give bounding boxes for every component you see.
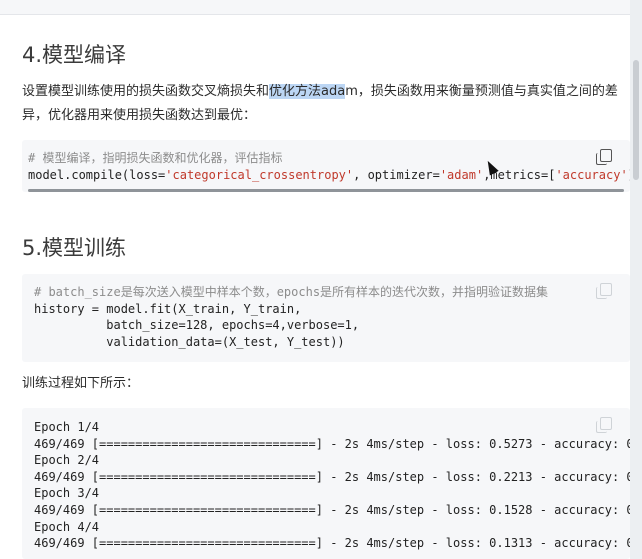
top-divider: [0, 0, 642, 15]
code-text: ]): [628, 168, 630, 182]
output-line: 469/469 [==============================]…: [34, 436, 630, 451]
code-string: 'categorical_crossentropy': [165, 167, 354, 182]
code-line: validation_data=(X_test, Y_test)): [34, 334, 345, 349]
code-line: history = model.fit(X_train, Y_train,: [34, 301, 302, 316]
code-string: 'accuracy': [555, 167, 628, 182]
code-line: batch_size=128, epochs=4,verbose=1,: [34, 318, 360, 332]
code-string: 'adam': [439, 167, 484, 182]
paragraph-train: 训练过程如下所示：: [22, 376, 140, 391]
output-line: Epoch 4/4: [34, 519, 100, 534]
copy-icon[interactable]: [596, 149, 612, 165]
selected-text[interactable]: 优化方法ada: [269, 84, 346, 99]
output-line: 469/469 [==============================]…: [34, 502, 630, 517]
copy-icon[interactable]: [596, 417, 612, 433]
output-line: Epoch 3/4: [34, 486, 100, 501]
copy-icon[interactable]: [596, 283, 612, 299]
paragraph-compile: 设置模型训练使用的损失函数交叉熵损失和优化方法adam，损失函数用来衡量预测值与…: [22, 80, 626, 128]
code-text: model.compile(loss=: [28, 167, 166, 182]
code-text: , optimizer=: [353, 167, 440, 182]
paragraph-text: 设置模型训练使用的损失函数交叉熵损失和: [22, 84, 270, 99]
code-block-output[interactable]: Epoch 1/4 469/469 [=====================…: [22, 408, 630, 559]
code-block-compile[interactable]: # 模型编译，指明损失函数和优化器，评估指标 model.compile(los…: [22, 140, 630, 192]
vertical-scrollbar[interactable]: [630, 0, 642, 559]
code-comment: # 模型编译，指明损失函数和优化器，评估指标: [28, 151, 283, 165]
code-block-train[interactable]: # batch_size是每次送入模型中样本个数，epochs是所有样本的迭代次…: [22, 274, 630, 362]
output-line: Epoch 1/4: [34, 420, 100, 434]
code-comment: # batch_size是每次送入模型中样本个数，epochs是所有样本的迭代次…: [34, 285, 549, 299]
output-line: Epoch 2/4: [34, 453, 100, 468]
code-horizontal-scrollbar[interactable]: [28, 189, 624, 192]
section-heading-compile: 4.模型编译: [22, 43, 127, 67]
scrollbar-thumb[interactable]: [633, 60, 639, 180]
output-line: 469/469 [==============================]…: [34, 536, 630, 551]
section-heading-train: 5.模型训练: [22, 236, 127, 260]
output-line: 469/469 [==============================]…: [34, 469, 630, 484]
